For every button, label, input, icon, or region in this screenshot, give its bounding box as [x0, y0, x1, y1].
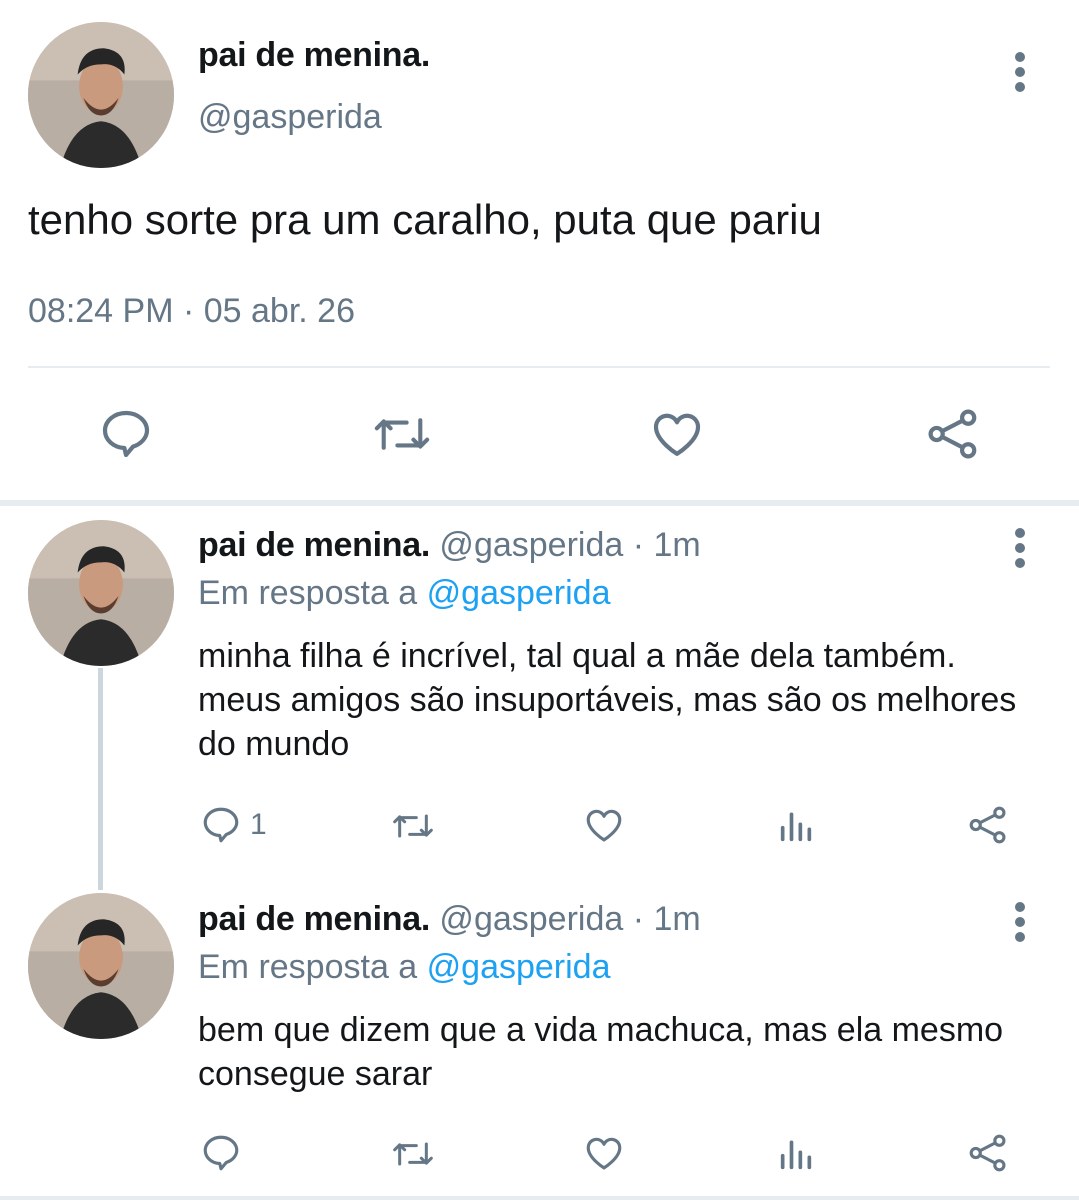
more-options-icon[interactable]: [1010, 52, 1030, 92]
like-icon: [653, 413, 701, 456]
author-handle[interactable]: @gasperida: [198, 98, 382, 137]
retweet-icon: [374, 418, 430, 450]
section-divider: [0, 500, 1079, 506]
share-icon: [969, 1134, 1006, 1172]
author-name[interactable]: pai de menina.: [198, 526, 430, 564]
reply-icon: [203, 1135, 239, 1171]
retweet-icon: [393, 814, 433, 838]
mention-link[interactable]: @gasperida: [427, 574, 611, 612]
reply-button[interactable]: 1: [200, 804, 267, 846]
like-button[interactable]: [648, 406, 706, 462]
reply-button[interactable]: [98, 406, 154, 462]
analytics-icon: [780, 812, 812, 842]
author-name[interactable]: pai de menina.: [198, 36, 430, 75]
share-icon: [928, 409, 977, 459]
avatar-photo: [28, 520, 174, 666]
author-name[interactable]: pai de menina.: [198, 900, 430, 938]
reply-button[interactable]: [200, 1132, 242, 1174]
retweet-button[interactable]: [388, 806, 438, 846]
reply-header: pai de menina. @gasperida · 1m: [198, 900, 701, 939]
author-meta: @gasperida · 1m: [429, 900, 701, 938]
like-icon: [586, 1137, 622, 1170]
like-button[interactable]: [582, 1132, 626, 1174]
retweet-button[interactable]: [370, 406, 434, 462]
tweet-text: bem que dizem que a vida machuca, mas el…: [198, 1011, 1004, 1093]
retweet-icon: [393, 1142, 433, 1166]
retweet-button[interactable]: [388, 1134, 438, 1174]
author-meta: @gasperida · 1m: [429, 526, 701, 564]
analytics-button[interactable]: [776, 1134, 816, 1174]
share-button[interactable]: [924, 406, 982, 462]
more-options-icon[interactable]: [1010, 528, 1030, 568]
avatar[interactable]: [28, 520, 174, 666]
divider: [0, 1196, 1079, 1200]
reply-prefix: Em resposta a: [198, 948, 427, 986]
tweet-text: tenho sorte pra um caralho, puta que par…: [28, 196, 822, 243]
analytics-icon: [780, 1140, 812, 1170]
more-options-icon[interactable]: [1010, 902, 1030, 942]
reply-icon: [102, 410, 150, 458]
share-button[interactable]: [966, 1132, 1010, 1174]
tweet-text: minha filha é incrível, tal qual a mãe d…: [198, 637, 1017, 763]
tweet-timestamp[interactable]: 08:24 PM · 05 abr. 26: [28, 292, 355, 331]
like-icon: [586, 809, 622, 842]
mention-link[interactable]: @gasperida: [427, 948, 611, 986]
avatar-photo: [28, 22, 174, 168]
avatar-photo: [28, 893, 174, 1039]
reply-icon: [203, 807, 239, 843]
share-button[interactable]: [966, 804, 1010, 846]
reply-context: Em resposta a @gasperida: [198, 948, 611, 987]
like-button[interactable]: [582, 804, 626, 846]
reply-count: 1: [250, 808, 267, 841]
thread-line: [98, 668, 103, 890]
analytics-button[interactable]: [776, 806, 816, 846]
reply-header: pai de menina. @gasperida · 1m: [198, 526, 701, 565]
avatar[interactable]: [28, 893, 174, 1039]
reply-context: Em resposta a @gasperida: [198, 574, 611, 613]
divider: [28, 366, 1050, 368]
avatar[interactable]: [28, 22, 174, 168]
share-icon: [969, 806, 1006, 844]
reply-prefix: Em resposta a: [198, 574, 427, 612]
